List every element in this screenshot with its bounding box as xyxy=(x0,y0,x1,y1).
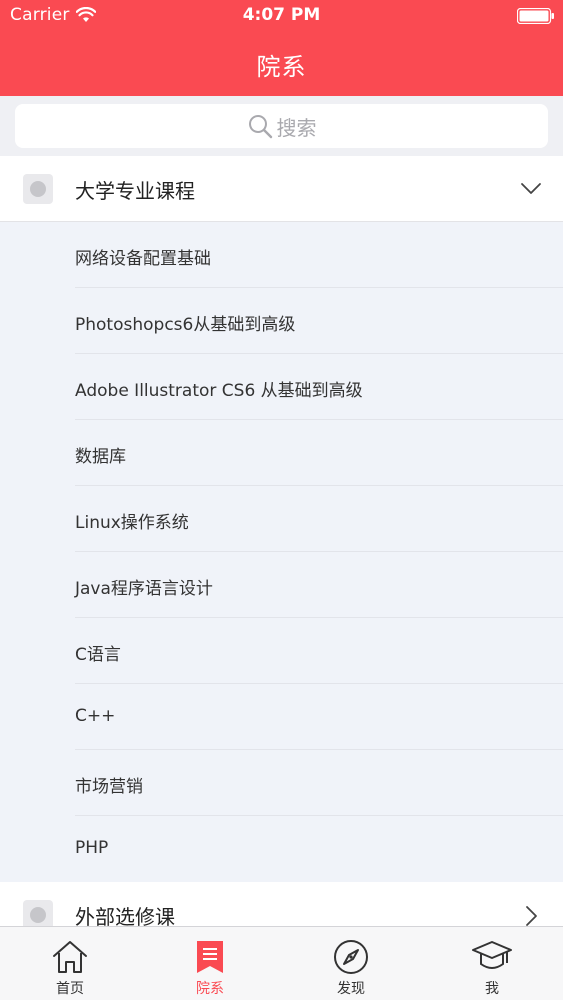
status-bar: Carrier 4:07 PM xyxy=(0,0,563,32)
page-title: 院系 xyxy=(256,53,307,81)
tab-label: 我 xyxy=(485,981,499,997)
list-item[interactable]: Linux操作系统 xyxy=(0,486,563,552)
course-label: 网络设备配置基础 xyxy=(75,249,211,269)
course-label: 数据库 xyxy=(75,447,126,467)
list-item[interactable]: Adobe Illustrator CS6 从基础到高级 xyxy=(0,354,563,420)
battery-icon xyxy=(516,7,555,25)
course-label: Photoshopcs6从基础到高级 xyxy=(75,315,296,335)
nav-header: Carrier 4:07 PM 院系 xyxy=(0,0,563,96)
search-input[interactable]: 搜索 xyxy=(15,104,548,148)
tab-label: 发现 xyxy=(337,981,365,997)
search-placeholder: 搜索 xyxy=(276,115,317,140)
compass-icon xyxy=(334,940,368,974)
course-label: C++ xyxy=(75,706,116,726)
tab-home[interactable]: 首页 xyxy=(0,927,140,1000)
list-bookmark-icon xyxy=(197,941,223,973)
chevron-down-icon xyxy=(519,178,543,202)
list-item[interactable]: 市场营销 xyxy=(0,750,563,816)
list-item[interactable]: C++ xyxy=(0,684,563,750)
search-bar: 搜索 xyxy=(0,96,563,156)
section-university-courses[interactable]: 大学专业课程 xyxy=(0,156,563,222)
course-label: Adobe Illustrator CS6 从基础到高级 xyxy=(75,381,363,401)
list-item[interactable]: Java程序语言设计 xyxy=(0,552,563,618)
tab-departments[interactable]: 院系 xyxy=(140,927,280,1000)
tab-discover[interactable]: 发现 xyxy=(281,927,421,1000)
tab-bar: 首页 院系 发现 我 xyxy=(0,926,563,1000)
course-label: C语言 xyxy=(75,645,121,665)
section-label: 大学专业课程 xyxy=(75,179,195,203)
graduation-cap-icon xyxy=(472,941,512,969)
search-icon xyxy=(248,115,272,139)
list-item[interactable]: C语言 xyxy=(0,618,563,684)
list-item[interactable]: 数据库 xyxy=(0,420,563,486)
list-item[interactable]: PHP xyxy=(0,816,563,882)
list-item[interactable]: 网络设备配置基础 xyxy=(0,222,563,288)
course-label: PHP xyxy=(75,838,109,858)
tab-label: 院系 xyxy=(196,981,224,997)
tab-label: 首页 xyxy=(56,981,84,997)
status-time: 4:07 PM xyxy=(242,5,321,25)
app: Carrier 4:07 PM 院系 搜索 大学专业课程 网络设备配置基础 Ph… xyxy=(0,0,563,1000)
course-label: Linux操作系统 xyxy=(75,513,189,533)
section-thumbnail-icon xyxy=(23,174,53,204)
list-item[interactable]: Photoshopcs6从基础到高级 xyxy=(0,288,563,354)
course-label: 市场营销 xyxy=(75,777,143,797)
course-label: Java程序语言设计 xyxy=(75,579,213,599)
home-icon xyxy=(53,941,87,973)
tab-me[interactable]: 我 xyxy=(422,927,562,1000)
course-list: 网络设备配置基础 Photoshopcs6从基础到高级 Adobe Illust… xyxy=(0,222,563,882)
